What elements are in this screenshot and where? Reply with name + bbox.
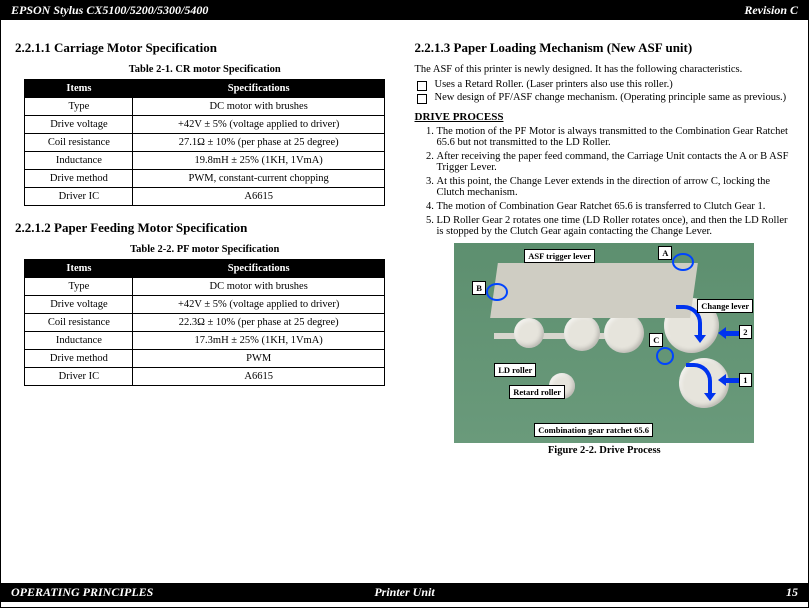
drive-process-figure: ASF trigger lever A B C Change lever 2 1…	[454, 243, 754, 443]
list-item: Uses a Retard Roller. (Laser printers al…	[431, 79, 795, 90]
table-row: Coil resistance22.3Ω ± 10% (per phase at…	[25, 314, 385, 332]
list-item: New design of PF/ASF change mechanism. (…	[431, 92, 795, 103]
table-2-1-title: Table 2-1. CR motor Specification	[15, 64, 395, 75]
footer-bar: OPERATING PRINCIPLES Printer Unit 15	[1, 583, 808, 602]
pf-motor-table: Items Specifications TypeDC motor with b…	[24, 259, 385, 386]
col-specs: Specifications	[133, 80, 385, 98]
left-column: 2.2.1.1 Carriage Motor Specification Tab…	[15, 40, 395, 456]
label-2: 2	[739, 325, 751, 339]
col-items: Items	[25, 80, 133, 98]
revision-label: Revision C	[744, 3, 798, 18]
page-content: 2.2.1.1 Carriage Motor Specification Tab…	[1, 20, 808, 456]
feature-list: Uses a Retard Roller. (Laser printers al…	[415, 79, 795, 103]
footer-section: OPERATING PRINCIPLES	[11, 585, 153, 600]
list-item: The motion of the PF Motor is always tra…	[437, 126, 795, 148]
cr-motor-table: Items Specifications TypeDC motor with b…	[24, 79, 385, 206]
header-bar: EPSON Stylus CX5100/5200/5300/5400 Revis…	[1, 1, 808, 20]
drive-process-heading: DRIVE PROCESS	[415, 111, 795, 123]
label-c: C	[649, 333, 663, 347]
label-retard-roller: Retard roller	[509, 385, 565, 399]
label-asf-trigger: ASF trigger lever	[524, 249, 595, 263]
table-row: Inductance17.3mH ± 25% (1KH, 1VmA)	[25, 332, 385, 350]
label-1: 1	[739, 373, 751, 387]
table-row: TypeDC motor with brushes	[25, 98, 385, 116]
section-2212-title: 2.2.1.2 Paper Feeding Motor Specificatio…	[15, 220, 395, 236]
page-number: 15	[786, 585, 798, 600]
table-row: Drive voltage+42V ± 5% (voltage applied …	[25, 296, 385, 314]
table-row: Drive methodPWM, constant-current choppi…	[25, 170, 385, 188]
section-2211-title: 2.2.1.1 Carriage Motor Specification	[15, 40, 395, 56]
list-item: At this point, the Change Lever extends …	[437, 176, 795, 198]
label-change-lever: Change lever	[697, 299, 753, 313]
list-item: LD Roller Gear 2 rotates one time (LD Ro…	[437, 215, 795, 237]
intro-text: The ASF of this printer is newly designe…	[415, 64, 795, 75]
col-items: Items	[25, 260, 133, 278]
drive-process-steps: The motion of the PF Motor is always tra…	[415, 126, 795, 237]
doc-title: EPSON Stylus CX5100/5200/5300/5400	[11, 3, 208, 18]
table-row: Inductance19.8mH ± 25% (1KH, 1VmA)	[25, 152, 385, 170]
label-combo-gear: Combination gear ratchet 65.6	[534, 423, 653, 437]
footer-unit: Printer Unit	[374, 585, 434, 600]
table-row: Drive methodPWM	[25, 350, 385, 368]
col-specs: Specifications	[133, 260, 385, 278]
section-2213-title: 2.2.1.3 Paper Loading Mechanism (New ASF…	[415, 40, 795, 56]
label-ld-roller: LD roller	[494, 363, 536, 377]
table-row: TypeDC motor with brushes	[25, 278, 385, 296]
table-row: Driver ICA6615	[25, 188, 385, 206]
table-2-2-title: Table 2-2. PF motor Specification	[15, 244, 395, 255]
label-b: B	[472, 281, 486, 295]
list-item: After receiving the paper feed command, …	[437, 151, 795, 173]
figure-caption: Figure 2-2. Drive Process	[415, 445, 795, 456]
label-a: A	[658, 246, 672, 260]
table-row: Coil resistance27.1Ω ± 10% (per phase at…	[25, 134, 385, 152]
table-row: Drive voltage+42V ± 5% (voltage applied …	[25, 116, 385, 134]
table-row: Driver ICA6615	[25, 368, 385, 386]
list-item: The motion of Combination Gear Ratchet 6…	[437, 201, 795, 212]
right-column: 2.2.1.3 Paper Loading Mechanism (New ASF…	[415, 40, 795, 456]
